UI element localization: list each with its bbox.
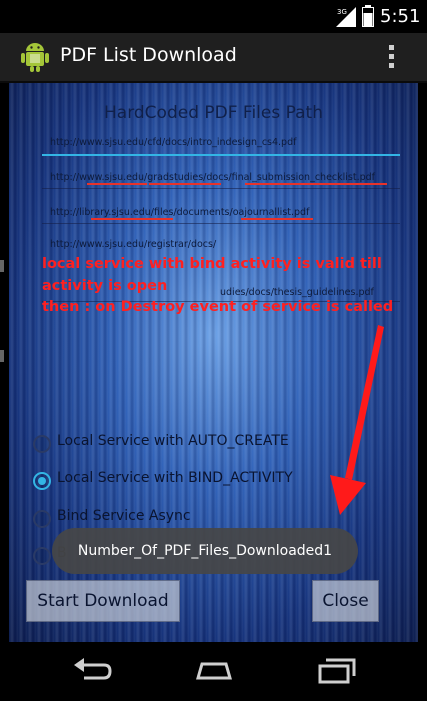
action-bar: PDF List Download xyxy=(0,33,427,83)
spellcheck-mark xyxy=(87,183,147,185)
status-bar: 3G 5:51 xyxy=(0,0,427,33)
toast-message: Number_Of_PDF_Files_Downloaded1 xyxy=(52,528,358,574)
radio-local-auto-create[interactable]: Local Service with AUTO_CREATE xyxy=(33,431,353,457)
annotation-line-1: local service with bind activity is vali… xyxy=(42,256,382,272)
status-time: 5:51 xyxy=(380,6,421,27)
close-button[interactable]: Close xyxy=(312,580,379,622)
device-screen: 3G 5:51 PDF List Download HardCoded PDF … xyxy=(0,0,427,701)
url-field-5[interactable]: udies/docs/thesis_guidelines.pdf xyxy=(220,287,374,298)
battery-icon xyxy=(362,5,374,27)
spellcheck-mark xyxy=(245,183,387,185)
url-field-1[interactable]: http://www.sjsu.edu/cfd/docs/intro_indes… xyxy=(50,137,296,148)
home-icon[interactable] xyxy=(192,656,236,686)
url-field-2[interactable]: http://www.sjsu.edu/gradstudies/docs/fin… xyxy=(50,172,375,183)
url-field-2-underline xyxy=(42,188,400,189)
overflow-menu-icon[interactable] xyxy=(385,43,397,71)
back-icon[interactable] xyxy=(70,656,114,686)
url-field-1-underline xyxy=(42,154,400,156)
page-heading: HardCoded PDF Files Path xyxy=(104,103,323,123)
radio-circle xyxy=(33,435,51,453)
url-field-4[interactable]: http://www.sjsu.edu/registrar/docs/ xyxy=(50,239,216,250)
window-edge-mark xyxy=(0,260,4,272)
spellcheck-mark xyxy=(241,218,313,220)
radio-label: Local Service with AUTO_CREATE xyxy=(57,433,289,449)
window-edge-mark xyxy=(0,350,4,362)
url-field-3[interactable]: http://library.sjsu.edu/files/documents/… xyxy=(50,207,309,218)
radio-label: Local Service with BIND_ACTIVITY xyxy=(57,470,293,486)
spellcheck-mark xyxy=(91,218,173,220)
radio-circle-checked xyxy=(33,472,51,490)
annotation-line-3: then : on Destroy event of service is ca… xyxy=(42,299,394,315)
url-field-3-underline xyxy=(42,223,400,224)
radio-label: Bind Service Async xyxy=(57,508,191,524)
app-title: PDF List Download xyxy=(60,44,237,66)
radio-circle xyxy=(33,547,51,565)
annotation-line-2: activity is open xyxy=(42,278,168,294)
spellcheck-mark xyxy=(149,183,221,185)
recents-icon[interactable] xyxy=(314,656,358,686)
radio-circle xyxy=(33,510,51,528)
android-icon xyxy=(21,43,49,72)
navigation-bar xyxy=(0,642,427,701)
network-type: 3G xyxy=(337,8,347,16)
signal-3g-icon: 3G xyxy=(336,7,356,27)
start-download-button[interactable]: Start Download xyxy=(26,580,180,622)
radio-local-bind-activity[interactable]: Local Service with BIND_ACTIVITY xyxy=(33,468,353,494)
